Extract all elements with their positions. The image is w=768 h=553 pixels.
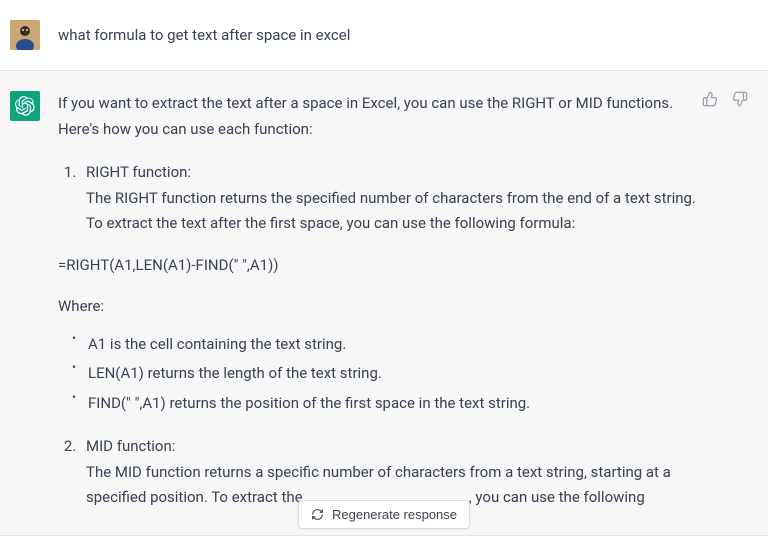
user-message-text: what formula to get text after space in … [58, 20, 758, 50]
openai-logo-icon [15, 96, 35, 116]
refresh-icon [311, 508, 324, 521]
list-item: LEN(A1) returns the length of the text s… [72, 361, 698, 387]
where-label: Where: [58, 294, 698, 320]
item-title: MID function: [86, 434, 698, 460]
regenerate-label: Regenerate response [332, 507, 457, 522]
where-bullets: A1 is the cell containing the text strin… [58, 332, 698, 417]
assistant-message: If you want to extract the text after a … [0, 70, 768, 536]
assistant-message-content: If you want to extract the text after a … [58, 91, 758, 515]
list-item: A1 is the cell containing the text strin… [72, 332, 698, 358]
user-avatar [10, 20, 40, 50]
user-message: what formula to get text after space in … [0, 0, 768, 70]
thumbs-down-button[interactable] [730, 89, 750, 109]
user-avatar-image [10, 20, 40, 50]
list-item: FIND(" ",A1) returns the position of the… [72, 391, 698, 417]
formula-text: =RIGHT(A1,LEN(A1)-FIND(" ",A1)) [58, 253, 698, 279]
feedback-controls [700, 89, 750, 109]
regenerate-button[interactable]: Regenerate response [298, 500, 470, 529]
item-description: The RIGHT function returns the specified… [86, 186, 698, 237]
assistant-intro-text: If you want to extract the text after a … [58, 91, 698, 142]
thumbs-up-button[interactable] [700, 89, 720, 109]
thumbs-down-icon [732, 91, 748, 107]
function-list: RIGHT function: The RIGHT function retur… [58, 160, 698, 237]
thumbs-up-icon [702, 91, 718, 107]
assistant-avatar [10, 91, 40, 121]
item-title: RIGHT function: [86, 160, 698, 186]
list-item: RIGHT function: The RIGHT function retur… [80, 160, 698, 237]
